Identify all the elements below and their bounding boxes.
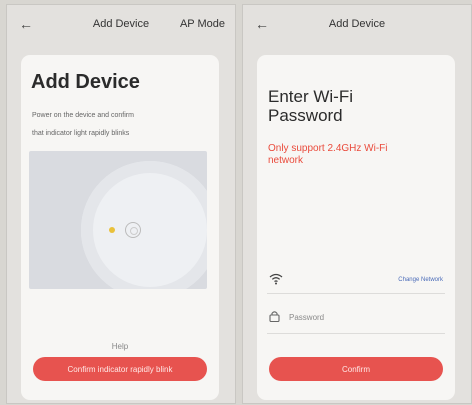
top-bar: ← Add Device <box>243 5 471 43</box>
content-card: Add Device Power on the device and confi… <box>21 55 219 400</box>
indicator-light-icon <box>109 227 115 233</box>
help-link[interactable]: Help <box>21 342 219 351</box>
change-network-link[interactable]: Change Network <box>398 277 443 283</box>
content-card: Enter Wi-Fi Password Only support 2.4GHz… <box>257 55 455 400</box>
wifi-password-screen: ← Add Device Enter Wi-Fi Password Only s… <box>242 4 472 404</box>
description-line-1: Power on the device and confirm <box>32 112 134 119</box>
heading-line-1: Enter Wi-Fi <box>268 87 353 106</box>
frequency-warning-line-2: network <box>268 155 304 166</box>
top-bar: ← Add Device AP Mode <box>7 5 235 43</box>
divider <box>267 293 445 294</box>
heading-line-2: Password <box>268 106 343 125</box>
device-body <box>81 161 207 289</box>
divider <box>267 333 445 334</box>
lock-icon <box>269 311 280 322</box>
frequency-warning-line-1: Only support 2.4GHz Wi-Fi <box>268 143 388 154</box>
heading: Add Device <box>31 71 140 93</box>
device-illustration <box>29 151 207 289</box>
page-title: Add Device <box>328 18 386 30</box>
confirm-button[interactable]: Confirm <box>269 357 443 381</box>
password-input[interactable] <box>289 310 409 324</box>
add-device-screen: ← Add Device AP Mode Add Device Power on… <box>6 4 236 404</box>
wifi-icon <box>269 273 283 285</box>
device-button-icon <box>125 222 141 238</box>
confirm-indicator-button[interactable]: Confirm indicator rapidly blink <box>33 357 207 381</box>
description-line-2: that indicator light rapidly blinks <box>32 130 130 137</box>
ap-mode-link[interactable]: AP Mode <box>180 18 225 30</box>
